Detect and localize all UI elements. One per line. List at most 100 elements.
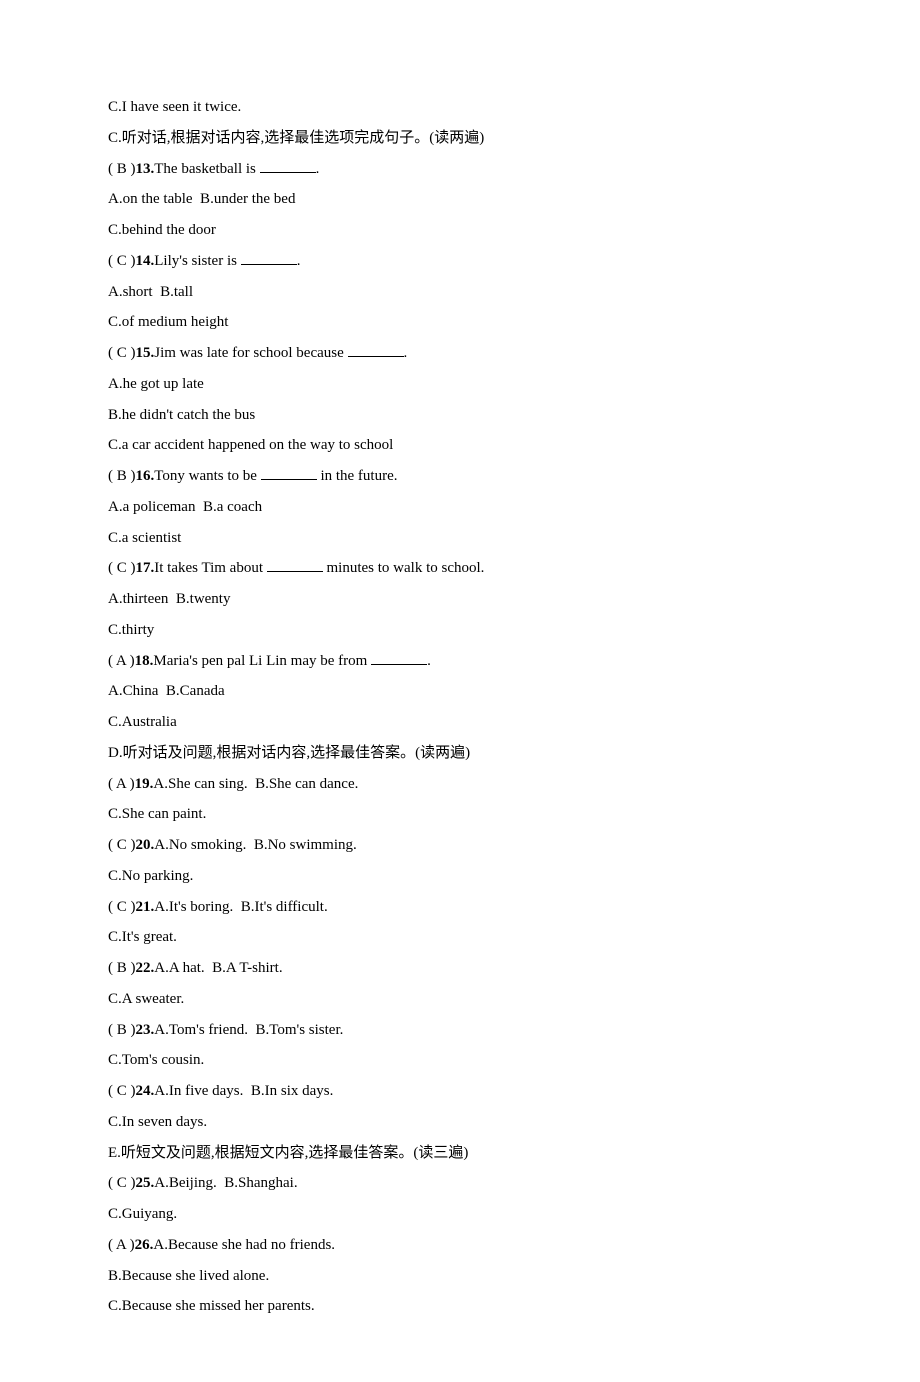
text-segment: A.Because she had no friends. (153, 1237, 335, 1253)
text-line: A.China B.Canada (108, 676, 812, 707)
fill-blank (371, 650, 427, 665)
fill-blank (348, 343, 404, 358)
text-segment: C.a car accident happened on the way to … (108, 437, 393, 453)
text-segment: in the future. (317, 468, 398, 484)
text-line: C.A sweater. (108, 984, 812, 1015)
fill-blank (241, 250, 297, 265)
text-segment: Jim was late for school because (154, 345, 347, 361)
fill-blank (261, 466, 317, 481)
text-segment: C.a scientist (108, 530, 181, 546)
text-line: ( A )19.A.She can sing. B.She can dance. (108, 769, 812, 800)
text-segment: ( C ) (108, 1083, 136, 1099)
text-segment: A.It's boring. B.It's difficult. (154, 899, 327, 915)
question-number: 14. (136, 253, 155, 269)
text-segment: C.听对话,根据对话内容,选择最佳选项完成句子。(读两遍) (108, 130, 484, 146)
text-line: ( C )25.A.Beijing. B.Shanghai. (108, 1168, 812, 1199)
text-segment: C.It's great. (108, 929, 177, 945)
text-line: A.on the table B.under the bed (108, 184, 812, 215)
text-segment: A.Beijing. B.Shanghai. (154, 1175, 297, 1191)
text-segment: A.a policeman B.a coach (108, 499, 262, 515)
fill-blank (267, 558, 323, 573)
text-line: C.a scientist (108, 523, 812, 554)
question-number: 18. (135, 653, 154, 669)
text-line: ( C )20.A.No smoking. B.No swimming. (108, 830, 812, 861)
text-segment: A.he got up late (108, 376, 204, 392)
text-segment: C.A sweater. (108, 991, 184, 1007)
text-segment: . (404, 345, 408, 361)
text-segment: A.She can sing. B.She can dance. (153, 776, 358, 792)
text-line: ( A )18.Maria's pen pal Li Lin may be fr… (108, 646, 812, 677)
question-number: 23. (136, 1022, 155, 1038)
text-segment: B.Because she lived alone. (108, 1268, 269, 1284)
text-segment: ( A ) (108, 653, 135, 669)
text-line: ( B )23.A.Tom's friend. B.Tom's sister. (108, 1015, 812, 1046)
text-line: C.In seven days. (108, 1107, 812, 1138)
text-segment: ( C ) (108, 837, 136, 853)
text-line: C.I have seen it twice. (108, 92, 812, 123)
text-line: C.Tom's cousin. (108, 1045, 812, 1076)
text-segment: Lily's sister is (154, 253, 240, 269)
text-line: ( B )22.A.A hat. B.A T-shirt. (108, 953, 812, 984)
text-segment: C.behind the door (108, 222, 216, 238)
text-line: ( C )15.Jim was late for school because … (108, 338, 812, 369)
fill-blank (260, 158, 316, 173)
text-segment: A.China B.Canada (108, 683, 225, 699)
document-body: C.I have seen it twice. C.听对话,根据对话内容,选择最佳… (108, 92, 812, 1322)
text-segment: ( B ) (108, 468, 136, 484)
question-number: 21. (136, 899, 155, 915)
text-line: C.a car accident happened on the way to … (108, 430, 812, 461)
text-segment: ( A ) (108, 776, 135, 792)
text-segment: C.of medium height (108, 314, 228, 330)
text-segment: C.I have seen it twice. (108, 99, 241, 115)
text-segment: ( A ) (108, 1237, 135, 1253)
text-segment: Tony wants to be (154, 468, 260, 484)
question-number: 17. (136, 560, 155, 576)
text-segment: It takes Tim about (154, 560, 267, 576)
question-number: 22. (136, 960, 155, 976)
text-line: ( C )17.It takes Tim about minutes to wa… (108, 553, 812, 584)
text-line: A.a policeman B.a coach (108, 492, 812, 523)
text-line: C.No parking. (108, 861, 812, 892)
text-segment: ( C ) (108, 899, 136, 915)
text-line: ( B )16.Tony wants to be in the future. (108, 461, 812, 492)
question-number: 13. (136, 161, 155, 177)
text-segment: Maria's pen pal Li Lin may be from (153, 653, 371, 669)
text-segment: C.In seven days. (108, 1114, 207, 1130)
text-line: C.Australia (108, 707, 812, 738)
text-segment: The basketball is (154, 161, 259, 177)
text-segment: A.thirteen B.twenty (108, 591, 230, 607)
text-segment: C.Because she missed her parents. (108, 1298, 315, 1314)
text-segment: D.听对话及问题,根据对话内容,选择最佳答案。(读两遍) (108, 745, 470, 761)
text-line: ( C )21.A.It's boring. B.It's difficult. (108, 892, 812, 923)
text-segment: ( B ) (108, 161, 136, 177)
text-segment: C.Australia (108, 714, 177, 730)
text-segment: ( C ) (108, 560, 136, 576)
text-line: C.She can paint. (108, 799, 812, 830)
text-segment: ( C ) (108, 345, 136, 361)
text-segment: A.Tom's friend. B.Tom's sister. (154, 1022, 343, 1038)
text-line: C.behind the door (108, 215, 812, 246)
text-line: E.听短文及问题,根据短文内容,选择最佳答案。(读三遍) (108, 1138, 812, 1169)
text-line: A.thirteen B.twenty (108, 584, 812, 615)
question-number: 26. (135, 1237, 154, 1253)
text-line: ( C )14.Lily's sister is . (108, 246, 812, 277)
text-segment: A.In five days. B.In six days. (154, 1083, 333, 1099)
text-segment: A.No smoking. B.No swimming. (154, 837, 357, 853)
text-segment: A.short B.tall (108, 284, 193, 300)
text-segment: A.A hat. B.A T-shirt. (154, 960, 282, 976)
text-line: B.Because she lived alone. (108, 1261, 812, 1292)
question-number: 20. (136, 837, 155, 853)
text-line: C.听对话,根据对话内容,选择最佳选项完成句子。(读两遍) (108, 123, 812, 154)
text-line: A.short B.tall (108, 277, 812, 308)
text-line: C.It's great. (108, 922, 812, 953)
text-line: ( B )13.The basketball is . (108, 154, 812, 185)
text-line: C.of medium height (108, 307, 812, 338)
question-number: 24. (136, 1083, 155, 1099)
text-line: C.thirty (108, 615, 812, 646)
text-segment: . (427, 653, 431, 669)
text-segment: C.Tom's cousin. (108, 1052, 204, 1068)
text-segment: ( B ) (108, 1022, 136, 1038)
text-segment: C.No parking. (108, 868, 193, 884)
text-line: C.Because she missed her parents. (108, 1291, 812, 1322)
text-line: A.he got up late (108, 369, 812, 400)
